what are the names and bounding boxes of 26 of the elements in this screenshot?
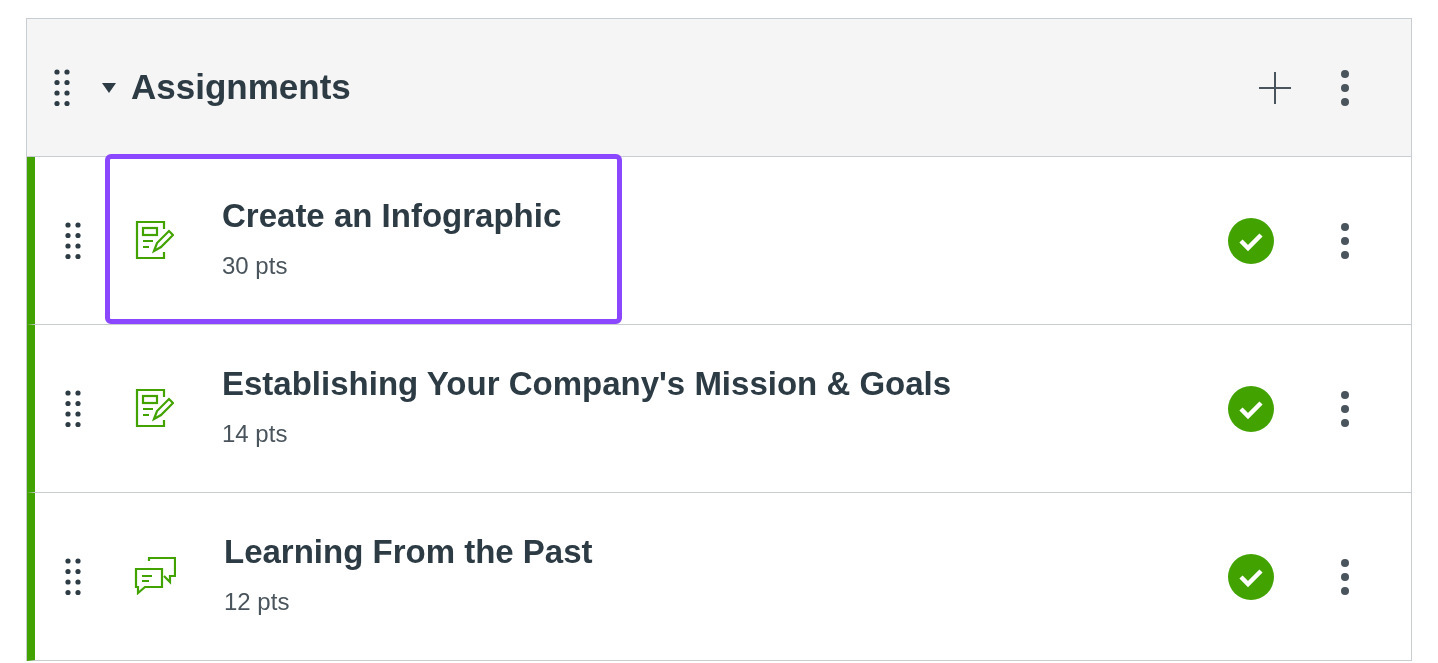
kebab-icon [1340,68,1350,107]
assignment-title: Learning From the Past [224,532,593,572]
published-check-icon[interactable] [1228,553,1274,600]
points-label: 12 pts [224,587,291,617]
points-label: 30 pts [222,251,289,281]
kebab-icon [1340,557,1350,596]
kebab-icon [1340,389,1350,428]
plus-icon [1258,70,1292,105]
drag-handle-icon[interactable] [65,388,81,429]
assignment-link[interactable]: Establishing Your Company's Mission & Goals 14 pts [105,322,1013,492]
drag-handle-icon[interactable] [65,220,81,261]
speech-bubbles-icon [134,555,176,595]
document-pencil-icon [134,219,174,259]
assignment-title: Establishing Your Company's Mission & Goals [222,364,952,404]
assignment-link[interactable]: Create an Infographic 30 pts [105,154,623,324]
assignment-link[interactable]: Learning From the Past 12 pts [105,490,654,660]
published-check-icon[interactable] [1228,217,1274,264]
drag-handle-icon[interactable] [54,67,70,108]
published-check-icon[interactable] [1228,385,1274,432]
points-label: 14 pts [222,419,289,449]
document-pencil-icon [134,387,174,427]
assignment-title: Create an Infographic [222,196,562,236]
module-title: Assignments [131,66,351,109]
drag-handle-icon[interactable] [65,556,81,597]
caret-icon [101,81,117,94]
kebab-icon [1340,221,1350,260]
